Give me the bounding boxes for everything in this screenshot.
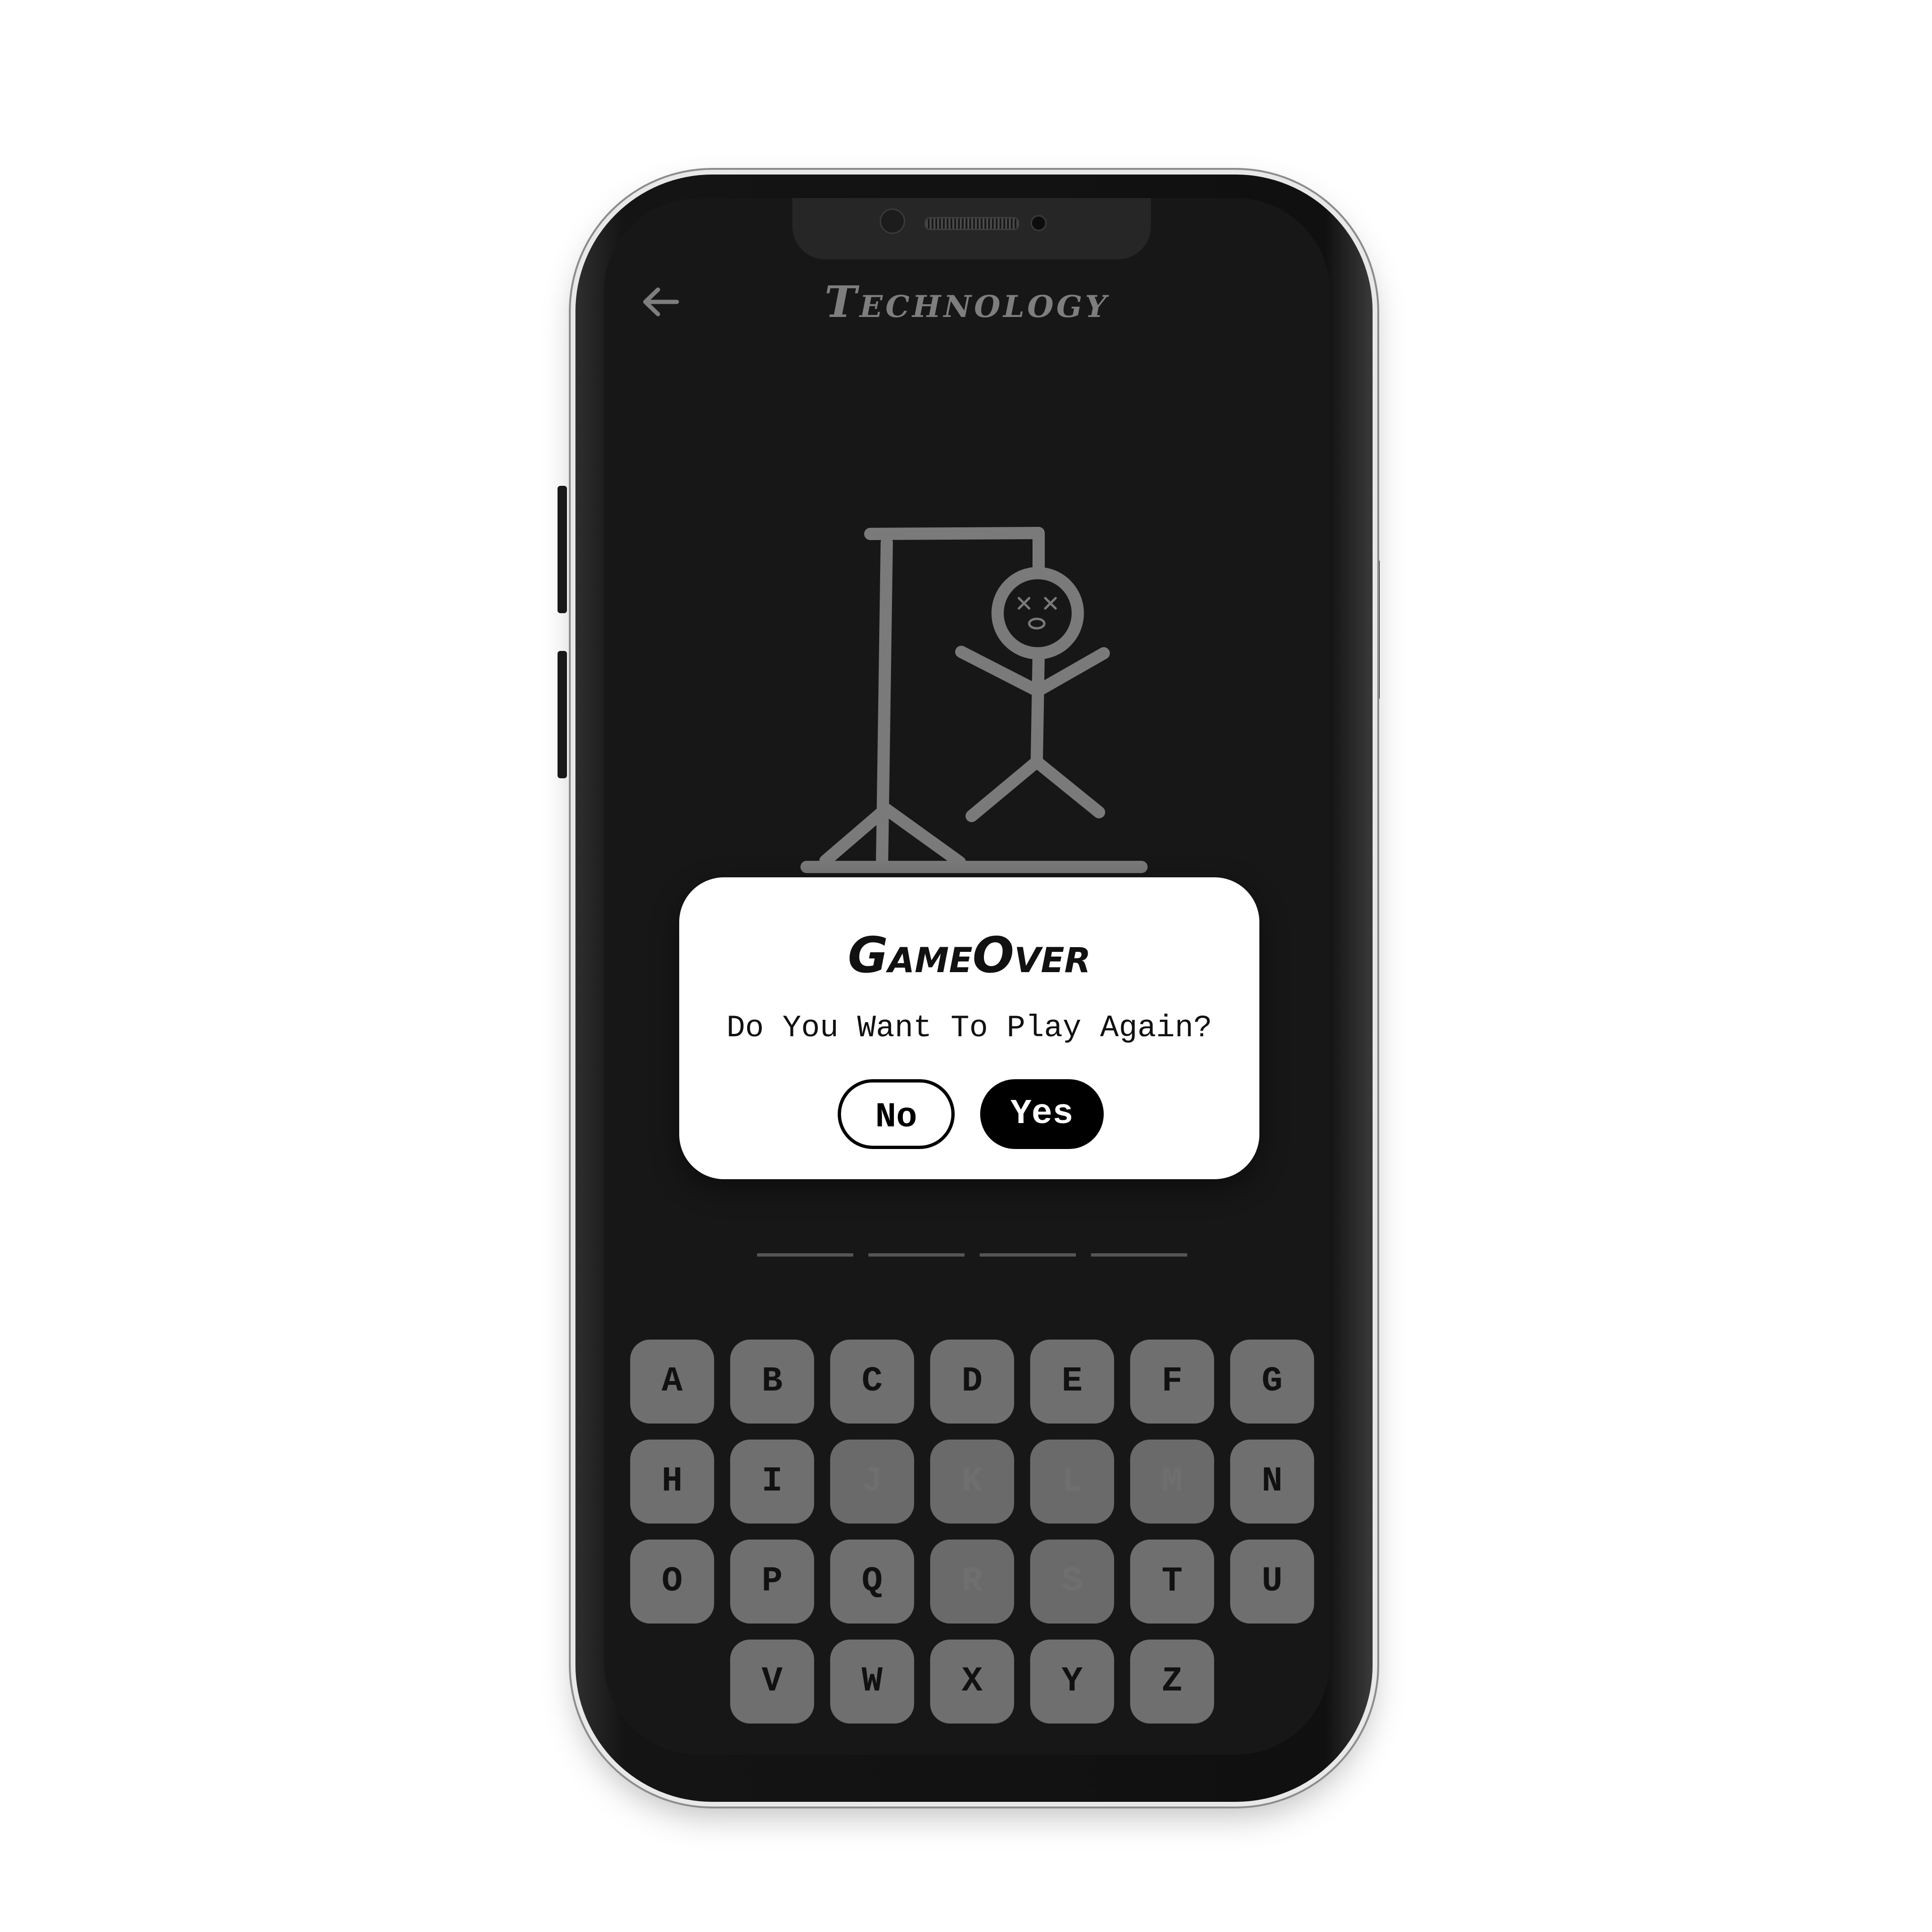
hangman-face — [1017, 597, 1057, 630]
dialog-message: Do You Want To Play Again? — [726, 1010, 1212, 1046]
key-e[interactable]: E — [1030, 1340, 1114, 1424]
letter-slot — [980, 1253, 1076, 1257]
dialog-title: GameOver — [848, 926, 1091, 984]
gallows-pole — [876, 536, 893, 869]
key-d[interactable]: D — [930, 1340, 1014, 1424]
volume-down-button — [558, 651, 567, 778]
arrow-left-icon — [643, 287, 679, 316]
key-s[interactable]: S — [1030, 1540, 1114, 1624]
key-n[interactable]: N — [1230, 1440, 1314, 1524]
earpiece-speaker — [924, 217, 1019, 230]
key-x[interactable]: X — [930, 1640, 1014, 1724]
letter-slot — [757, 1253, 853, 1257]
front-camera-icon — [880, 208, 905, 234]
phone-notch — [792, 198, 1151, 259]
hangman-arm-right — [1032, 647, 1110, 697]
key-b[interactable]: B — [730, 1340, 814, 1424]
key-o[interactable]: O — [630, 1540, 714, 1624]
game-over-dialog: GameOver Do You Want To Play Again? No Y… — [679, 877, 1259, 1179]
letter-slot — [1091, 1253, 1187, 1257]
proximity-sensor — [1031, 215, 1047, 231]
gallows-beam — [864, 527, 1045, 540]
key-l[interactable]: L — [1030, 1440, 1114, 1524]
key-u[interactable]: U — [1230, 1540, 1314, 1624]
key-p[interactable]: P — [730, 1540, 814, 1624]
gallows-strut-left — [819, 803, 892, 867]
key-t[interactable]: T — [1130, 1540, 1214, 1624]
key-f[interactable]: F — [1130, 1340, 1214, 1424]
key-k[interactable]: K — [930, 1440, 1014, 1524]
key-a[interactable]: A — [630, 1340, 714, 1424]
key-c[interactable]: C — [830, 1340, 914, 1424]
gallows-strut-right — [880, 803, 966, 868]
no-button[interactable]: No — [838, 1079, 955, 1149]
hangman-head — [991, 567, 1084, 659]
key-h[interactable]: H — [630, 1440, 714, 1524]
key-w[interactable]: W — [830, 1640, 914, 1724]
letter-slot — [868, 1253, 965, 1257]
volume-up-button — [558, 486, 567, 613]
yes-button[interactable]: Yes — [980, 1079, 1104, 1149]
back-button[interactable] — [637, 278, 684, 325]
page: Technology GameOver Do You Want To Play … — [0, 0, 1932, 1932]
key-g[interactable]: G — [1230, 1340, 1314, 1424]
key-y[interactable]: Y — [1030, 1640, 1114, 1724]
key-r[interactable]: R — [930, 1540, 1014, 1624]
key-j[interactable]: J — [830, 1440, 914, 1524]
hangman-arm-left — [955, 646, 1044, 697]
hangman-body — [1031, 647, 1045, 768]
key-z[interactable]: Z — [1130, 1640, 1214, 1724]
key-i[interactable]: I — [730, 1440, 814, 1524]
key-q[interactable]: Q — [830, 1540, 914, 1624]
hangman-leg-right — [1031, 756, 1105, 818]
key-m[interactable]: M — [1130, 1440, 1214, 1524]
category-title: Technology — [824, 276, 1109, 327]
hangman-leg-left — [966, 756, 1043, 822]
phone-screen: Technology GameOver Do You Want To Play … — [604, 198, 1330, 1755]
key-v[interactable]: V — [730, 1640, 814, 1724]
